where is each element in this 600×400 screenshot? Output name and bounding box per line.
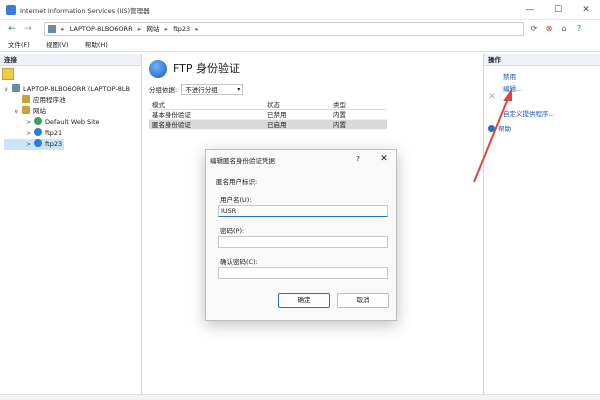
menu-help[interactable]: 帮助(H) <box>85 38 108 52</box>
username-label: 用户名(U): <box>220 196 252 204</box>
tree-node-sites[interactable]: ∨ 网站 <box>4 106 130 117</box>
title-bar: Internet Information Services (IIS)管理器 —… <box>0 0 600 20</box>
disable-action[interactable]: 禁用 <box>503 72 516 82</box>
column-header-type[interactable]: 类型 <box>333 100 346 110</box>
tree-node-default-web-site[interactable]: > Default Web Site <box>4 117 130 128</box>
cell-status: 已禁用 <box>267 111 287 119</box>
breadcrumb-separator: ▸ <box>164 25 168 33</box>
page-title: FTP 身份验证 <box>173 62 240 75</box>
expand-chevron-icon[interactable]: > <box>26 117 34 128</box>
globe-icon <box>34 117 42 125</box>
confirm-password-field[interactable] <box>218 267 388 279</box>
iis-app-icon <box>6 5 16 15</box>
dialog-close-button[interactable]: ✕ <box>377 153 391 165</box>
close-window-button[interactable]: ✕ <box>572 0 600 20</box>
group-by-bar: 分组依据: 不进行分组 ▾ <box>149 84 279 96</box>
connections-tree: ∨ LAPTOP-8LBO6ORR (LAPTOP-8LB 应用程序池 ∨ 网站 >… <box>4 84 130 150</box>
table-row[interactable]: 基本身份验证 已禁用 内置 <box>149 110 387 120</box>
sites-folder-icon <box>22 106 30 114</box>
group-by-label: 分组依据: <box>149 86 178 94</box>
home-icon[interactable]: ⌂ <box>558 23 570 35</box>
ftp-auth-icon <box>149 60 167 78</box>
back-arrow-icon[interactable]: ← <box>6 23 18 35</box>
custom-provider-action[interactable]: 自定义提供程序... <box>503 109 555 119</box>
help-action[interactable]: 帮助 <box>488 124 511 134</box>
minimize-button[interactable]: — <box>516 0 544 20</box>
help-action-label: 帮助 <box>498 125 511 133</box>
cell-mode: 基本身份验证 <box>152 111 191 119</box>
password-field[interactable] <box>218 236 388 248</box>
collapse-chevron-icon[interactable]: ∨ <box>4 84 12 95</box>
help-icon <box>488 125 495 132</box>
breadcrumb-separator: ▸ <box>195 25 199 33</box>
cell-mode: 匿名身份验证 <box>152 121 191 129</box>
confirm-password-label: 确认密码(C): <box>220 258 258 266</box>
tree-node-app-pools[interactable]: 应用程序池 <box>4 95 130 106</box>
tree-label: ftp23 <box>45 140 63 148</box>
column-header-status[interactable]: 状态 <box>267 100 280 110</box>
tree-label: 网站 <box>33 107 46 115</box>
group-by-select[interactable]: 不进行分组 ▾ <box>181 84 244 95</box>
cell-type: 内置 <box>333 111 346 119</box>
dialog-help-button[interactable]: ? <box>352 153 364 165</box>
tree-node-ftp23[interactable]: > ftp23 <box>4 139 64 150</box>
auth-grid: 模式 状态 类型 基本身份验证 已禁用 内置 匿名身份验证 已启用 内置 <box>149 100 387 130</box>
expand-chevron-icon[interactable]: > <box>26 139 34 150</box>
tree-label: 应用程序池 <box>33 96 66 104</box>
table-row[interactable]: 匿名身份验证 已启用 内置 <box>149 120 387 130</box>
edit-anonymous-credentials-dialog: 编辑匿名身份验证凭据 ? ✕ 匿名用户标识: 用户名(U): IUSR 密码(P… <box>205 149 397 321</box>
tree-node-ftp21[interactable]: > ftp21 <box>4 128 130 139</box>
breadcrumb[interactable]: ▸ LAPTOP-8LBO6ORR ▸ 网站 ▸ ftp23 ▸ <box>44 22 524 36</box>
ok-button[interactable]: 确定 <box>278 293 330 308</box>
connections-pane: 连接 ∨ LAPTOP-8LBO6ORR (LAPTOP-8LB 应用程序池 ∨ 网… <box>0 54 142 400</box>
tree-node-server[interactable]: ∨ LAPTOP-8LBO6ORR (LAPTOP-8LB <box>4 84 130 95</box>
maximize-button[interactable]: ☐ <box>544 0 572 20</box>
menu-bar: 文件(F) 视图(V) 帮助(H) <box>0 38 600 52</box>
expand-chevron-icon[interactable]: > <box>26 128 34 139</box>
edit-action[interactable]: 编辑... <box>503 84 522 94</box>
menu-file[interactable]: 文件(F) <box>8 38 30 52</box>
anonymous-identity-label: 匿名用户标识: <box>216 178 258 186</box>
menu-view[interactable]: 视图(V) <box>46 38 69 52</box>
forward-arrow-icon[interactable]: → <box>22 23 34 35</box>
help-icon[interactable]: ? <box>573 23 585 35</box>
breadcrumb-separator: ▸ <box>137 25 142 33</box>
breadcrumb-separator: ▸ <box>61 25 65 33</box>
remove-x-icon: ✕ <box>488 92 496 102</box>
server-icon <box>12 84 20 92</box>
tree-label: Default Web Site <box>45 118 100 126</box>
ftp-site-icon <box>34 139 42 147</box>
password-label: 密码(P): <box>220 227 245 235</box>
tree-label: ftp21 <box>45 129 63 137</box>
cancel-button[interactable]: 取消 <box>337 293 389 308</box>
status-bar <box>0 394 600 400</box>
cell-type: 内置 <box>333 121 346 129</box>
collapse-chevron-icon[interactable]: ∨ <box>14 106 22 117</box>
app-pool-icon <box>22 95 30 103</box>
dialog-title: 编辑匿名身份验证凭据 <box>210 157 275 165</box>
address-bar: ← → ▸ LAPTOP-8LBO6ORR ▸ 网站 ▸ ftp23 ▸ ⟳ ⊗ ⌂… <box>0 20 600 38</box>
chevron-down-icon: ▾ <box>237 86 241 93</box>
connections-header: 连接 <box>0 54 141 66</box>
actions-header: 操作 <box>484 54 600 66</box>
window-title: Internet Information Services (IIS)管理器 <box>20 7 150 15</box>
breadcrumb-ftp23[interactable]: ftp23 <box>173 25 190 33</box>
stop-icon[interactable]: ⊗ <box>543 23 555 35</box>
refresh-icon[interactable]: ⟳ <box>528 23 540 35</box>
actions-pane: 操作 禁用 ✕ 编辑... 自定义提供程序... 帮助 <box>483 54 600 400</box>
start-page-icon[interactable] <box>2 68 14 80</box>
ftp-site-icon <box>34 128 42 136</box>
column-header-mode[interactable]: 模式 <box>152 100 165 110</box>
username-field[interactable]: IUSR <box>218 205 388 217</box>
server-icon <box>48 25 56 33</box>
grid-header: 模式 状态 类型 <box>149 100 387 110</box>
tree-label: LAPTOP-8LBO6ORR (LAPTOP-8LB <box>23 85 131 93</box>
breadcrumb-server[interactable]: LAPTOP-8LBO6ORR <box>70 25 133 33</box>
breadcrumb-sites[interactable]: 网站 <box>146 25 159 33</box>
group-by-value: 不进行分组 <box>185 86 218 94</box>
cell-status: 已启用 <box>267 121 287 129</box>
